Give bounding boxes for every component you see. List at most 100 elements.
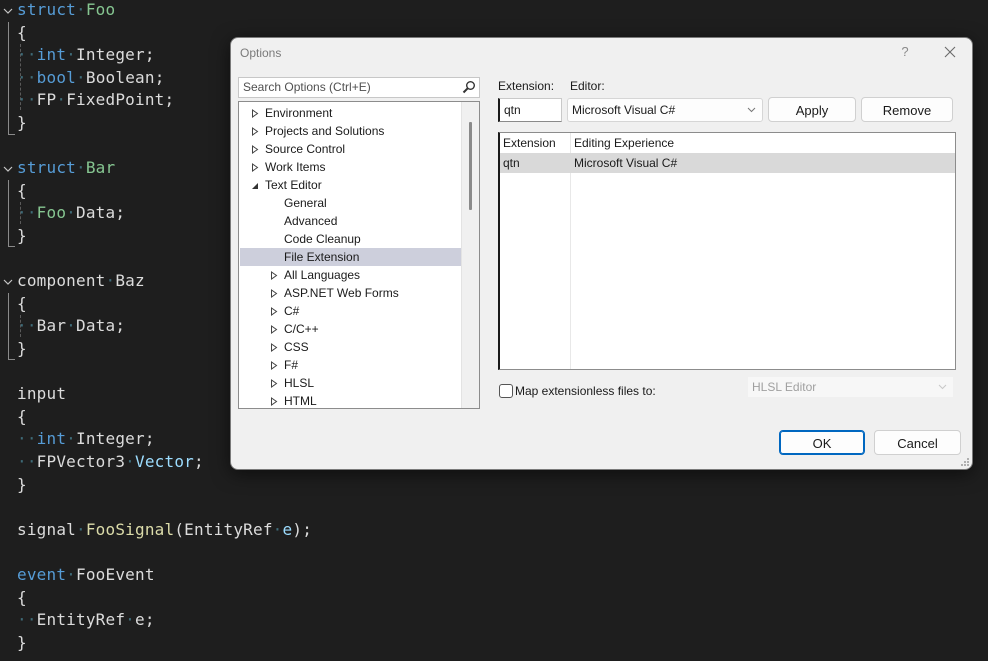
code-line[interactable]: ··int·Integer; [17,428,155,450]
tree-item[interactable]: Source Control [240,140,461,158]
tree-item[interactable]: File Extension [240,248,461,266]
extension-input[interactable] [504,102,558,118]
code-line[interactable]: input [17,383,66,405]
collapsed-arrow-icon[interactable] [251,145,259,154]
code-line[interactable]: } [17,112,27,134]
tree-item[interactable]: Work Items [240,158,461,176]
resize-grip-icon[interactable] [961,458,969,466]
extension-field[interactable] [498,98,562,122]
chevron-down-icon[interactable] [2,5,14,17]
chevron-down-icon[interactable] [2,163,14,175]
code-line[interactable]: { [17,22,27,44]
code-token: int [36,45,67,65]
code-token: FooEvent [76,565,155,584]
code-token: e [282,519,293,539]
close-button[interactable] [939,42,961,62]
code-line[interactable]: { [17,406,27,428]
search-icon[interactable] [462,80,476,94]
code-token: struct [17,158,76,178]
remove-button[interactable]: Remove [861,97,953,122]
code-line[interactable]: { [17,587,27,609]
code-line[interactable]: signal·FooSignal(EntityRef·e); [17,519,312,541]
code-token: Foo [36,203,67,223]
code-line[interactable]: ··Bar·Data; [17,315,125,337]
code-line[interactable]: { [17,180,27,202]
tree-scrollbar[interactable] [461,102,479,408]
search-options-box[interactable] [238,77,480,98]
whitespace-marker: · [105,271,116,291]
tree-item[interactable]: C/C++ [240,320,461,338]
tree-item-label: Text Editor [265,178,322,192]
whitespace-marker: · [66,203,77,223]
code-token: Foo [85,0,116,19]
list-row[interactable]: qtn Microsoft Visual C# [500,153,955,173]
code-line[interactable]: { [17,293,27,315]
code-line[interactable]: ··Foo·Data; [17,202,125,224]
extension-mapping-list[interactable]: Extension Editing Experience qtn Microso… [498,132,956,370]
tree-item[interactable]: HTML [240,392,461,408]
code-token: { [17,180,27,200]
apply-button[interactable]: Apply [768,97,856,122]
ok-button[interactable]: OK [779,430,865,455]
options-tree[interactable]: HTML HLSL F# CSS C/C++ C# ASP.NET Web Forms All… [238,101,480,409]
code-line[interactable]: } [17,225,27,247]
tree-item[interactable]: All Languages [240,266,461,284]
tree-scrollbar-thumb[interactable] [469,122,472,210]
collapsed-arrow-icon[interactable] [270,397,278,406]
tree-item[interactable]: CSS [240,338,461,356]
code-line[interactable]: ··FPVector3·Vector; [17,451,204,473]
code-line[interactable]: component·Baz [17,270,145,292]
tree-item[interactable]: C# [240,302,461,320]
column-header-extension[interactable]: Extension [503,133,556,153]
code-line[interactable]: } [17,338,27,360]
collapsed-arrow-icon[interactable] [270,379,278,388]
tree-item[interactable]: General [240,194,461,212]
cancel-button[interactable]: Cancel [874,430,961,455]
code-line[interactable]: } [17,632,27,654]
code-line[interactable]: ··bool·Boolean; [17,67,165,89]
tree-item[interactable]: HLSL [240,374,461,392]
extension-label: Extension: [498,79,555,93]
code-line[interactable]: event·FooEvent [17,564,155,586]
collapsed-arrow-icon[interactable] [251,127,259,136]
tree-item[interactable]: Projects and Solutions [240,122,461,140]
code-token: Vector [135,452,195,471]
collapsed-arrow-icon[interactable] [270,289,278,298]
tree-item[interactable]: Advanced [240,212,461,230]
code-line[interactable]: ··int·Integer; [17,44,155,66]
map-extensionless-checkbox[interactable] [499,384,513,398]
code-line[interactable]: ··FP·FixedPoint; [17,89,174,111]
code-token: component [17,271,106,291]
code-token: } [17,113,27,132]
block-guide [8,22,15,135]
help-button[interactable]: ? [895,42,915,62]
code-token: event [17,565,67,584]
expanded-arrow-icon[interactable] [251,181,259,190]
code-token: { [17,293,27,313]
collapsed-arrow-icon[interactable] [270,343,278,352]
code-token: input [17,384,67,404]
dialog-titlebar[interactable]: Options ? [231,38,972,68]
collapsed-arrow-icon[interactable] [251,109,259,118]
code-line[interactable]: struct·Bar [17,157,115,179]
tree-item[interactable]: F# [240,356,461,374]
tree-item-label: All Languages [284,268,361,282]
tree-item[interactable]: Text Editor [240,176,461,194]
collapsed-arrow-icon[interactable] [251,163,259,172]
collapsed-arrow-icon[interactable] [270,271,278,280]
code-line[interactable]: struct·Foo [17,0,115,21]
collapsed-arrow-icon[interactable] [270,361,278,370]
tree-item[interactable]: ASP.NET Web Forms [240,284,461,302]
tree-item[interactable]: Environment [240,104,461,122]
code-line[interactable]: } [17,474,27,496]
collapsed-arrow-icon[interactable] [270,325,278,334]
column-header-editing-experience[interactable]: Editing Experience [574,133,674,153]
code-line[interactable]: ··EntityRef·e; [17,609,155,631]
editor-select[interactable]: Microsoft Visual C# [567,98,763,122]
collapsed-arrow-icon[interactable] [270,307,278,316]
chevron-down-icon [938,384,947,390]
tree-item[interactable]: Code Cleanup [240,230,461,248]
chevron-down-icon[interactable] [2,276,14,288]
options-dialog: Options ? HTML HLSL F# CSS C/C++ C# ASP.NET We… [230,37,973,470]
search-options-input[interactable] [243,79,453,95]
